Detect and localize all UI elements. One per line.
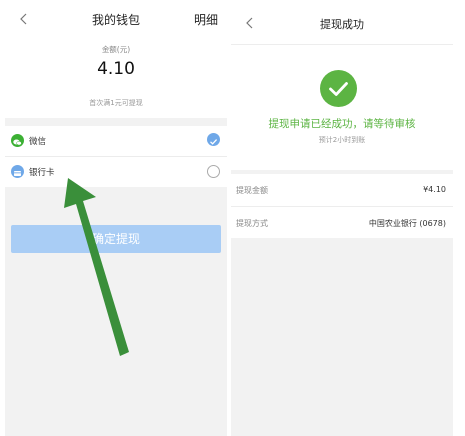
info-row-method: 提现方式 中国农业银行 (0678) bbox=[231, 206, 453, 238]
confirm-withdraw-button[interactable]: 确定提现 bbox=[11, 225, 221, 253]
row-value: 中国农业银行 (0678) bbox=[368, 219, 446, 228]
row-key: 提现方式 bbox=[236, 219, 268, 228]
success-message: 提现申请已经成功，请等待审核 bbox=[268, 118, 416, 130]
option-label: 银行卡 bbox=[29, 168, 55, 178]
arrival-estimate: 预计2小时到账 bbox=[318, 136, 366, 144]
row-value: ¥4.10 bbox=[423, 185, 446, 194]
withdraw-success-screen: 提现成功 提现申请已经成功，请等待审核 预计2小时到账 提现金额 ¥4.10 提… bbox=[231, 0, 453, 436]
unselected-radio[interactable] bbox=[207, 165, 220, 178]
success-check-icon bbox=[320, 70, 357, 107]
detail-link[interactable]: 明细 bbox=[194, 11, 218, 28]
success-header: 提现成功 bbox=[231, 0, 453, 45]
wallet-screen: 我的钱包 明细 金额(元) 4.10 首次满1元可提现 微信 银行卡 确定提现 bbox=[5, 0, 227, 436]
success-card: 提现申请已经成功，请等待审核 预计2小时到账 bbox=[231, 45, 453, 170]
wechat-icon bbox=[11, 134, 24, 147]
page-title: 提现成功 bbox=[320, 18, 364, 31]
wallet-header: 我的钱包 明细 bbox=[5, 0, 227, 40]
withdraw-minimum-hint: 首次满1元可提现 bbox=[89, 99, 143, 107]
payout-option-bank-card[interactable]: 银行卡 bbox=[5, 156, 227, 187]
payout-option-wechat[interactable]: 微信 bbox=[5, 126, 227, 156]
info-row-amount: 提现金额 ¥4.10 bbox=[231, 174, 453, 206]
selected-check-icon bbox=[207, 133, 220, 146]
bank-card-icon bbox=[11, 165, 24, 178]
option-label: 微信 bbox=[29, 137, 47, 147]
row-key: 提现金额 bbox=[236, 186, 268, 195]
balance-amount: 4.10 bbox=[97, 59, 135, 79]
balance-card: 金额(元) 4.10 首次满1元可提现 bbox=[5, 40, 227, 118]
balance-label: 金额(元) bbox=[101, 45, 131, 54]
